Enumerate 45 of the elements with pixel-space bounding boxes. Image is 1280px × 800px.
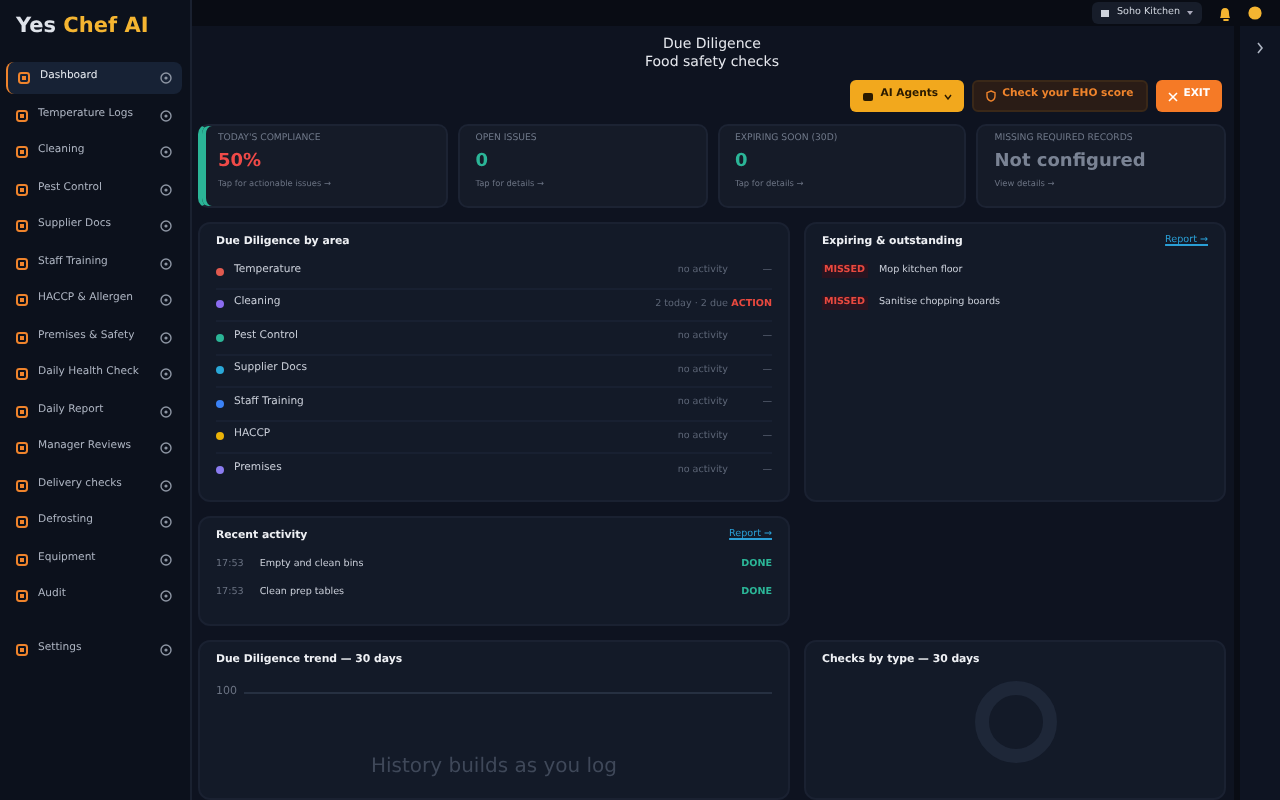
nav-icon bbox=[16, 442, 28, 454]
logo-text: Chef AI bbox=[63, 14, 149, 38]
info-icon bbox=[160, 109, 172, 121]
nav-icon bbox=[16, 331, 28, 343]
info-icon bbox=[160, 294, 172, 306]
info-icon bbox=[160, 368, 172, 380]
nav-icon bbox=[16, 294, 28, 306]
info-icon bbox=[160, 220, 172, 232]
caret-icon bbox=[1186, 10, 1194, 17]
nav-icon bbox=[16, 183, 28, 195]
info-icon bbox=[160, 405, 172, 417]
shield-icon bbox=[986, 90, 997, 103]
stat-value: 0 bbox=[475, 149, 491, 176]
close-icon bbox=[1167, 91, 1178, 102]
bell-icon[interactable] bbox=[1218, 5, 1232, 22]
nav-icon bbox=[16, 146, 28, 158]
chevron-right-icon[interactable] bbox=[1256, 42, 1264, 55]
nav-icon bbox=[18, 72, 30, 84]
stat-value: 50% bbox=[218, 149, 264, 176]
nav-icon bbox=[16, 220, 28, 232]
info-icon bbox=[160, 643, 172, 655]
caret-icon bbox=[944, 93, 953, 100]
nav-icon bbox=[16, 516, 28, 528]
info-icon bbox=[160, 72, 172, 84]
nav-icon bbox=[16, 553, 28, 565]
info-icon bbox=[160, 479, 172, 491]
info-icon bbox=[160, 442, 172, 454]
nav-icon bbox=[16, 479, 28, 491]
nav-icon bbox=[16, 643, 28, 655]
info-icon bbox=[160, 331, 172, 343]
info-icon bbox=[160, 590, 172, 602]
info-icon bbox=[160, 183, 172, 195]
info-icon bbox=[160, 516, 172, 528]
nav-icon bbox=[16, 405, 28, 417]
nav-icon bbox=[16, 257, 28, 269]
nav-icon bbox=[16, 368, 28, 380]
nav-icon bbox=[16, 590, 28, 602]
avatar-icon[interactable] bbox=[1248, 6, 1262, 21]
info-icon bbox=[160, 257, 172, 269]
stat-value: 0 bbox=[735, 149, 750, 176]
info-icon bbox=[160, 146, 172, 158]
nav-icon bbox=[16, 109, 28, 121]
stat-value: Not configured bbox=[994, 149, 1148, 176]
logo-text: Yes bbox=[16, 14, 57, 38]
info-icon bbox=[160, 553, 172, 565]
